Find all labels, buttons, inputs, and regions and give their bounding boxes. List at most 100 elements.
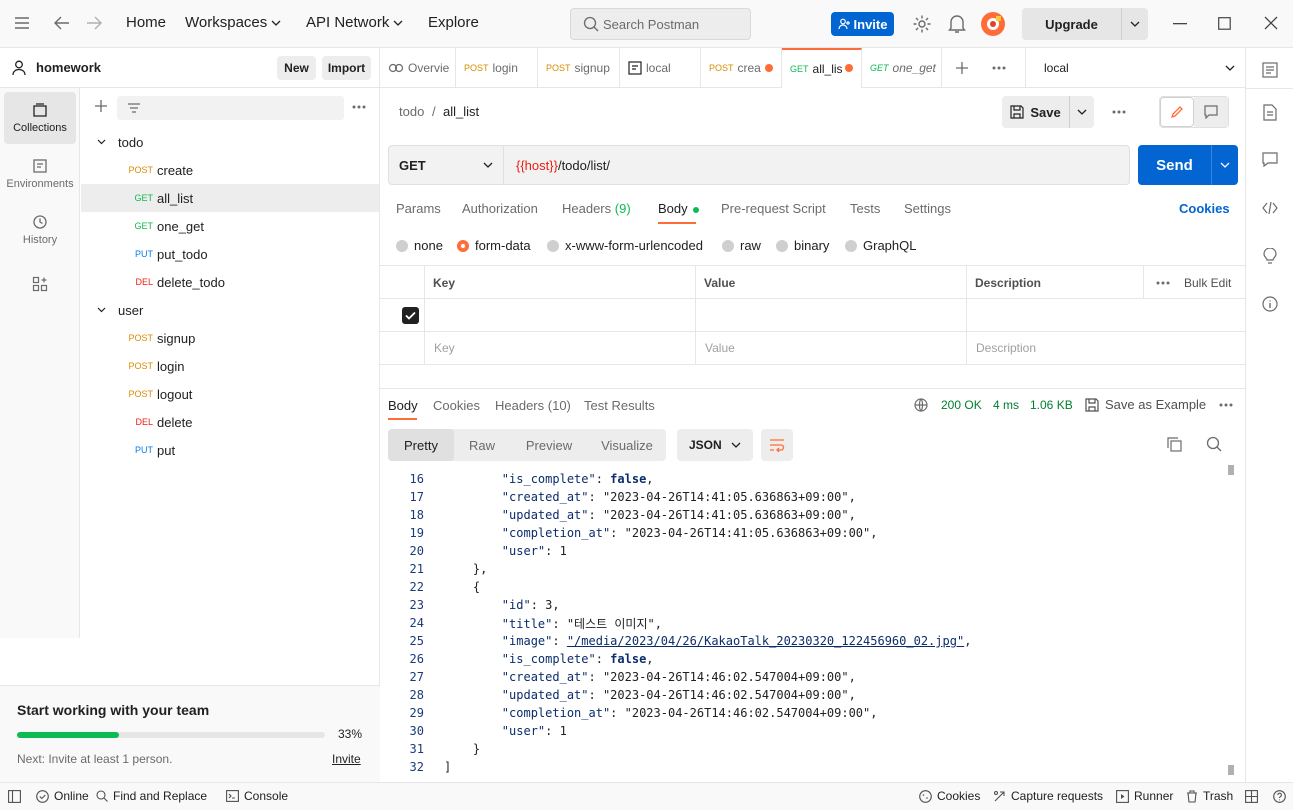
format-select[interactable]: JSON: [677, 429, 753, 461]
cookies-button[interactable]: Cookies: [919, 789, 980, 803]
menu-icon[interactable]: [14, 16, 30, 30]
save-dropdown[interactable]: [1070, 96, 1094, 128]
tab-login[interactable]: POST login: [456, 48, 538, 88]
folder-todo[interactable]: todo: [81, 128, 379, 156]
scrollbar-thumb-bottom[interactable]: [1228, 765, 1234, 775]
tab-pre-request-script[interactable]: Pre-request Script: [721, 201, 826, 216]
nav-api-network[interactable]: API Network: [306, 14, 403, 31]
minimize-icon[interactable]: [1173, 23, 1187, 25]
bell-icon[interactable]: [948, 14, 966, 34]
sidebar-item-history[interactable]: History: [4, 204, 76, 256]
request-item[interactable]: GET one_get: [81, 212, 379, 240]
more-options-icon[interactable]: [352, 105, 366, 109]
trash-button[interactable]: Trash: [1186, 789, 1233, 803]
capture-requests-button[interactable]: Capture requests: [993, 789, 1103, 803]
copy-icon[interactable]: [1167, 437, 1182, 452]
tab-authorization[interactable]: Authorization: [462, 201, 538, 216]
response-size[interactable]: 1.06 KB: [1030, 398, 1073, 412]
key-input[interactable]: Key: [434, 341, 455, 355]
sidebar-item-configure[interactable]: [4, 258, 76, 310]
comments-mode-button[interactable]: [1194, 97, 1228, 127]
folder-user[interactable]: user: [81, 296, 379, 324]
plus-icon[interactable]: [95, 100, 107, 112]
globe-icon[interactable]: [914, 398, 928, 412]
tab-all-list[interactable]: GET all_lis: [782, 48, 862, 88]
description-input[interactable]: Description: [976, 341, 1036, 355]
body-type-raw[interactable]: raw: [722, 238, 761, 253]
response-tab-test-results[interactable]: Test Results: [584, 398, 655, 413]
tab-signup[interactable]: POST signup: [538, 48, 620, 88]
nav-workspaces[interactable]: Workspaces: [185, 14, 281, 31]
close-icon[interactable]: [1264, 16, 1278, 30]
request-item[interactable]: PUT put_todo: [81, 240, 379, 268]
environment-select[interactable]: local: [1025, 48, 1245, 88]
view-preview[interactable]: Preview: [510, 429, 588, 461]
response-tab-cookies[interactable]: Cookies: [433, 398, 480, 413]
body-type-form-data[interactable]: form-data: [457, 238, 531, 253]
tab-overview[interactable]: Overvie: [380, 48, 456, 88]
tab-body[interactable]: Body: [658, 201, 700, 216]
lightbulb-icon[interactable]: [1260, 246, 1280, 266]
more-options-icon[interactable]: [992, 66, 1006, 70]
request-item[interactable]: POST login: [81, 352, 379, 380]
tab-tests[interactable]: Tests: [850, 201, 880, 216]
avatar[interactable]: [981, 12, 1005, 36]
tab-params[interactable]: Params: [396, 201, 441, 216]
send-dropdown[interactable]: [1212, 145, 1238, 185]
tab-settings[interactable]: Settings: [904, 201, 951, 216]
view-pretty[interactable]: Pretty: [388, 429, 454, 461]
new-button[interactable]: New: [277, 56, 316, 80]
request-item[interactable]: DEL delete_todo: [81, 268, 379, 296]
view-raw[interactable]: Raw: [454, 429, 510, 461]
import-button[interactable]: Import: [322, 56, 371, 80]
comment-icon[interactable]: [1260, 150, 1280, 170]
breadcrumb-parent[interactable]: todo: [399, 104, 424, 119]
team-invite-link[interactable]: Invite: [332, 752, 361, 766]
upgrade-dropdown[interactable]: [1122, 8, 1148, 40]
save-as-example-button[interactable]: Save as Example: [1085, 397, 1206, 412]
url-input[interactable]: {{host}} /todo/list/: [504, 146, 610, 184]
info-icon[interactable]: [1260, 294, 1280, 314]
nav-explore[interactable]: Explore: [428, 14, 479, 31]
body-type-binary[interactable]: binary: [776, 238, 829, 253]
edit-mode-button[interactable]: [1160, 97, 1195, 127]
body-type-graphql[interactable]: GraphQL: [845, 238, 916, 253]
find-replace-button[interactable]: Find and Replace: [96, 789, 207, 803]
request-item[interactable]: POST logout: [81, 380, 379, 408]
view-visualize[interactable]: Visualize: [588, 429, 666, 461]
runner-button[interactable]: Runner: [1116, 789, 1173, 803]
method-select[interactable]: GET: [389, 146, 504, 184]
response-time[interactable]: 4 ms: [993, 398, 1019, 412]
save-button[interactable]: Save: [1002, 96, 1094, 128]
tab-one-get[interactable]: GET one_get: [862, 48, 942, 88]
invite-button[interactable]: Invite: [831, 12, 894, 36]
maximize-icon[interactable]: [1218, 17, 1231, 30]
bulk-edit-link[interactable]: Bulk Edit: [1184, 276, 1231, 290]
request-item[interactable]: POST signup: [81, 324, 379, 352]
tab-headers[interactable]: Headers (9): [562, 201, 631, 216]
nav-home[interactable]: Home: [126, 14, 166, 31]
response-body-editor[interactable]: 16 "is_complete": false, 17 "created_at":…: [388, 470, 1230, 780]
row-checkbox[interactable]: [402, 307, 419, 324]
send-button[interactable]: Send: [1138, 145, 1238, 185]
help-icon[interactable]: [1273, 790, 1286, 803]
sidebar-item-environments[interactable]: Environments: [4, 148, 76, 200]
online-status[interactable]: Online: [36, 789, 89, 803]
request-item[interactable]: GET all_list: [81, 184, 379, 212]
request-item[interactable]: POST create: [81, 156, 379, 184]
wrap-lines-button[interactable]: [761, 429, 793, 461]
scrollbar-thumb[interactable]: [1228, 465, 1234, 475]
search-input[interactable]: Search Postman: [570, 8, 751, 40]
environment-quick-look-icon[interactable]: [1260, 60, 1280, 80]
upgrade-button[interactable]: Upgrade: [1022, 8, 1148, 40]
value-input[interactable]: Value: [705, 341, 735, 355]
request-name[interactable]: all_list: [443, 104, 479, 119]
response-tab-body[interactable]: Body: [388, 398, 418, 413]
body-type-urlencoded[interactable]: x-www-form-urlencoded: [547, 238, 703, 253]
more-options-icon[interactable]: [1219, 403, 1233, 407]
tab-create[interactable]: POST crea: [701, 48, 782, 88]
back-arrow-icon[interactable]: [54, 16, 70, 30]
gear-icon[interactable]: [912, 14, 932, 34]
documentation-icon[interactable]: [1260, 102, 1280, 122]
more-options-icon[interactable]: [1156, 281, 1170, 285]
